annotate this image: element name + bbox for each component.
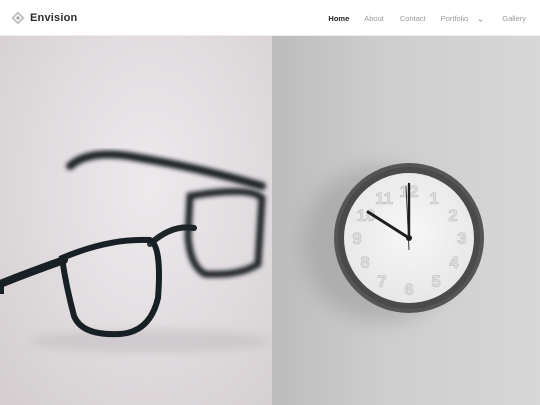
site-header: Envision Home About Contact Portfolio Ga… [0,0,540,36]
svg-text:7: 7 [377,272,386,291]
brand[interactable]: Envision [11,11,77,25]
svg-text:1: 1 [429,189,438,208]
wall-clock-photo: 12 1 2 3 4 5 6 7 8 9 10 11 [272,36,540,405]
svg-text:5: 5 [431,272,440,291]
svg-text:2: 2 [448,206,457,225]
diamond-logo-icon [11,11,25,25]
nav-portfolio-label: Portfolio [440,13,469,23]
brand-name: Envision [30,11,78,24]
svg-text:3: 3 [457,229,466,248]
nav-about[interactable]: About [364,14,384,23]
nav-portfolio[interactable]: Portfolio [441,14,484,23]
nav-home[interactable]: Home [328,14,349,23]
nav-gallery[interactable]: Gallery [502,14,526,23]
svg-text:8: 8 [360,253,369,272]
chevron-down-icon [478,16,483,22]
eyeglasses-photo [0,36,272,405]
svg-text:4: 4 [449,253,459,272]
svg-text:6: 6 [404,280,413,299]
svg-text:9: 9 [352,229,361,248]
nav-contact[interactable]: Contact [400,14,426,23]
svg-text:11: 11 [375,189,393,208]
main-nav: Home About Contact Portfolio Gallery [328,0,526,36]
